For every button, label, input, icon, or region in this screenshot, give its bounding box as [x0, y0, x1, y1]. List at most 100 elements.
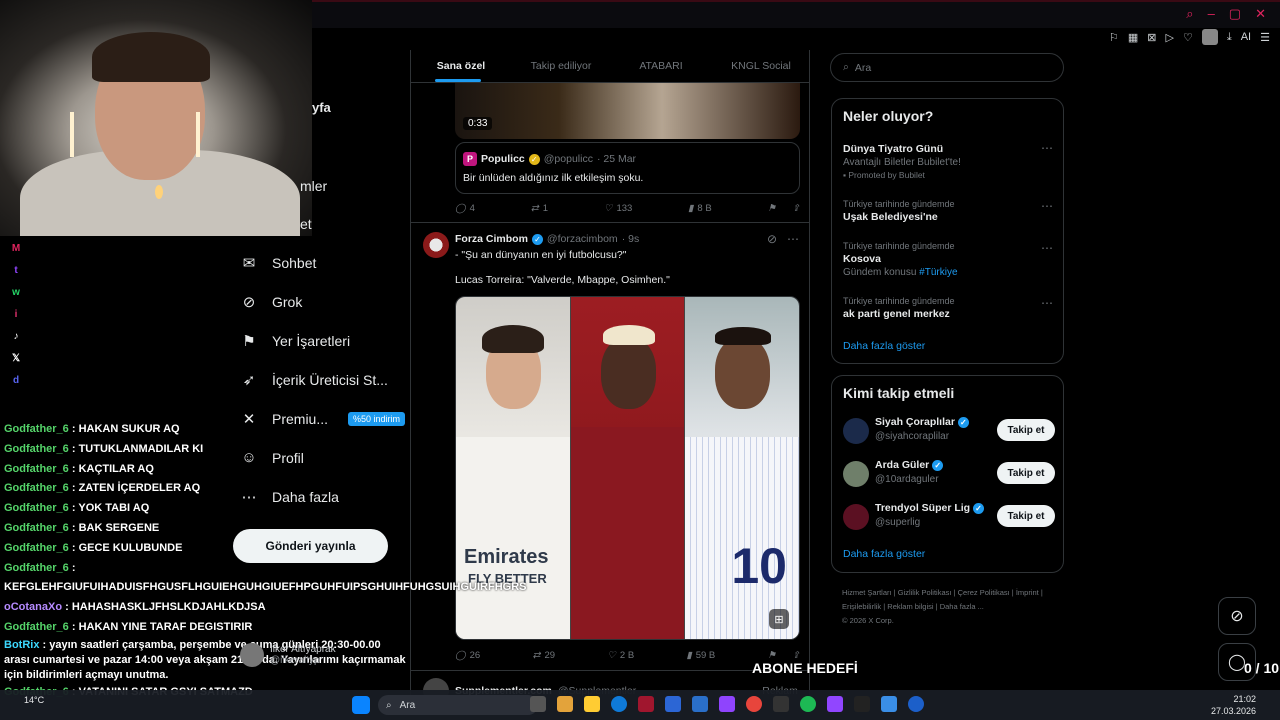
taskbar-search[interactable]: ⌕ Ara — [378, 695, 538, 715]
quoted-video[interactable]: 0:33 — [455, 83, 800, 139]
reply-button[interactable]: ◯ 26 — [455, 650, 480, 661]
play-icon[interactable]: ▷ — [1166, 31, 1174, 44]
twitch-icon[interactable]: t — [8, 262, 24, 278]
chat-username[interactable]: oCotanaXo — [4, 601, 62, 613]
maximize-icon[interactable]: ▢ — [1229, 6, 1241, 22]
footer-link[interactable]: Daha fazla ... — [940, 602, 984, 611]
follow-suggestion[interactable]: Siyah Çoraplılar ✓ @siyahcoraplilar Takip … — [843, 416, 1055, 446]
chat-username[interactable]: Godfather_6 — [4, 522, 69, 534]
files-app-icon[interactable] — [530, 696, 546, 712]
close-icon[interactable]: ✕ — [1255, 6, 1266, 22]
chat-username[interactable]: Godfather_6 — [4, 562, 69, 574]
obs-icon[interactable] — [773, 696, 789, 712]
footer-link[interactable]: İmprint — [1016, 588, 1039, 597]
like-button[interactable]: ♡ 2 B — [607, 650, 634, 661]
follow-show-more[interactable]: Daha fazla göster — [843, 548, 925, 560]
x-icon[interactable]: 𝕏 — [8, 350, 24, 366]
more-icon[interactable]: ⋯ — [1041, 241, 1053, 255]
footer-link[interactable]: Erişilebilirlik — [842, 602, 881, 611]
bot-username[interactable]: BotRix — [4, 639, 39, 651]
nav-grok[interactable]: ⊘ Grok — [240, 282, 405, 321]
chat-username[interactable]: Godfather_6 — [4, 542, 69, 554]
tiktok-icon[interactable]: ♪ — [8, 328, 24, 344]
app-icon[interactable] — [854, 696, 870, 712]
nav-sohbet[interactable]: ✉ Sohbet — [240, 243, 405, 282]
grid-icon[interactable]: ▦ — [1128, 31, 1138, 44]
app-icon[interactable] — [827, 696, 843, 712]
m-icon[interactable]: M — [8, 240, 24, 256]
nav-bookmarks[interactable]: ⚑ Yer İşaretleri — [240, 321, 405, 360]
footer-link[interactable]: Gizlilik Politikası — [898, 588, 952, 597]
app-icon[interactable] — [908, 696, 924, 712]
menu-icon[interactable]: ☰ — [1260, 31, 1270, 44]
nav-partial-lists[interactable]: mler — [300, 178, 327, 194]
tab-0[interactable]: Sana özel — [411, 50, 511, 82]
follow-button[interactable]: Takip et — [997, 419, 1055, 441]
tweet2-author-name[interactable]: Forza Cimbom — [455, 233, 528, 245]
more-icon[interactable]: ⋯ — [1041, 199, 1053, 213]
nav-creator[interactable]: ➶ İçerik Üreticisi St... — [240, 360, 405, 399]
shield-icon[interactable]: ⊠ — [1147, 31, 1156, 44]
spotify-icon[interactable] — [800, 696, 816, 712]
ai-icon[interactable]: AI — [1241, 31, 1251, 43]
search-box[interactable]: ⌕ Ara — [830, 53, 1064, 82]
bookmark-icon[interactable]: ⚑ — [768, 203, 777, 214]
tab-2[interactable]: ATABARI — [611, 50, 711, 82]
chat-username[interactable]: Godfather_6 — [4, 482, 69, 494]
windows-start-icon[interactable] — [352, 696, 370, 714]
more-icon[interactable]: ⋯ — [787, 232, 799, 246]
retweet-button[interactable]: ⇄ 29 — [533, 650, 556, 661]
explorer-icon[interactable] — [557, 696, 573, 712]
taskbar-search-input[interactable]: Ara — [400, 700, 416, 711]
forzacimbom-avatar[interactable] — [423, 232, 449, 258]
tab-3[interactable]: KNGL Social — [711, 50, 809, 82]
follow-name[interactable]: Arda Güler ✓ — [875, 459, 944, 471]
folder-icon[interactable] — [584, 696, 600, 712]
quoted-tweet[interactable] — [455, 142, 800, 194]
retweet-button[interactable]: ⇄ 1 — [531, 203, 548, 214]
nav-partial-home[interactable]: yfa — [312, 100, 331, 115]
minimize-icon[interactable]: – — [1208, 6, 1215, 22]
taskbar-clock[interactable]: 21:02 27.03.2026 — [1211, 693, 1256, 717]
whatsapp-icon[interactable]: w — [8, 284, 24, 300]
heart-icon[interactable]: ♡ — [1183, 31, 1193, 44]
trend-hashtag[interactable]: #Türkiye — [919, 267, 957, 278]
search-input[interactable]: Ara — [855, 62, 871, 74]
app-icon[interactable] — [881, 696, 897, 712]
views-button[interactable]: ▮ 8 B — [688, 203, 712, 214]
media-edit-icon[interactable]: ⊞ — [769, 609, 789, 629]
chat-username[interactable]: Godfather_6 — [4, 502, 69, 514]
outlook-icon[interactable] — [692, 696, 708, 712]
store-icon[interactable] — [665, 696, 681, 712]
follow-name[interactable]: Siyah Çoraplılar ✓ — [875, 416, 969, 428]
discord-icon[interactable]: d — [8, 372, 24, 388]
chat-username[interactable]: Godfather_6 — [4, 443, 69, 455]
footer-link[interactable]: Çerez Politikası — [958, 588, 1010, 597]
chat-username[interactable]: Godfather_6 — [4, 463, 69, 475]
nav-partial-other[interactable]: et — [300, 216, 312, 232]
avatar[interactable] — [1201, 29, 1218, 45]
follow-button[interactable]: Takip et — [997, 462, 1055, 484]
tab-1[interactable]: Takip ediliyor — [511, 50, 611, 82]
share-icon[interactable]: ⇪ — [792, 203, 800, 214]
follow-avatar[interactable] — [843, 418, 869, 444]
footer-link[interactable]: Hizmet Şartları — [842, 588, 892, 597]
trend-item[interactable]: Türkiye tarihinde gündemde Kosova Gündem… — [843, 241, 1053, 278]
bookmark-icon[interactable]: ⚐ — [1109, 31, 1119, 44]
chat-username[interactable]: Godfather_6 — [4, 423, 69, 435]
follow-avatar[interactable] — [843, 504, 869, 530]
more-icon[interactable]: ⋯ — [1041, 141, 1053, 155]
search-icon[interactable]: ⌕ — [1186, 6, 1193, 22]
footer-link[interactable]: Reklam bilgisi — [887, 602, 933, 611]
chrome-icon[interactable] — [746, 696, 762, 712]
populicc-avatar[interactable]: P — [463, 152, 477, 166]
instagram-icon[interactable]: i — [8, 306, 24, 322]
weather-widget[interactable]: 14°C — [24, 695, 44, 705]
more-icon[interactable]: ⋯ — [1041, 296, 1053, 310]
follow-avatar[interactable] — [843, 461, 869, 487]
follow-button[interactable]: Takip et — [997, 505, 1055, 527]
views-button[interactable]: ▮ 59 B — [686, 650, 715, 661]
app-icon[interactable] — [719, 696, 735, 712]
quoted-author-name[interactable]: Populicc — [481, 153, 525, 165]
edge-icon[interactable] — [611, 696, 627, 712]
